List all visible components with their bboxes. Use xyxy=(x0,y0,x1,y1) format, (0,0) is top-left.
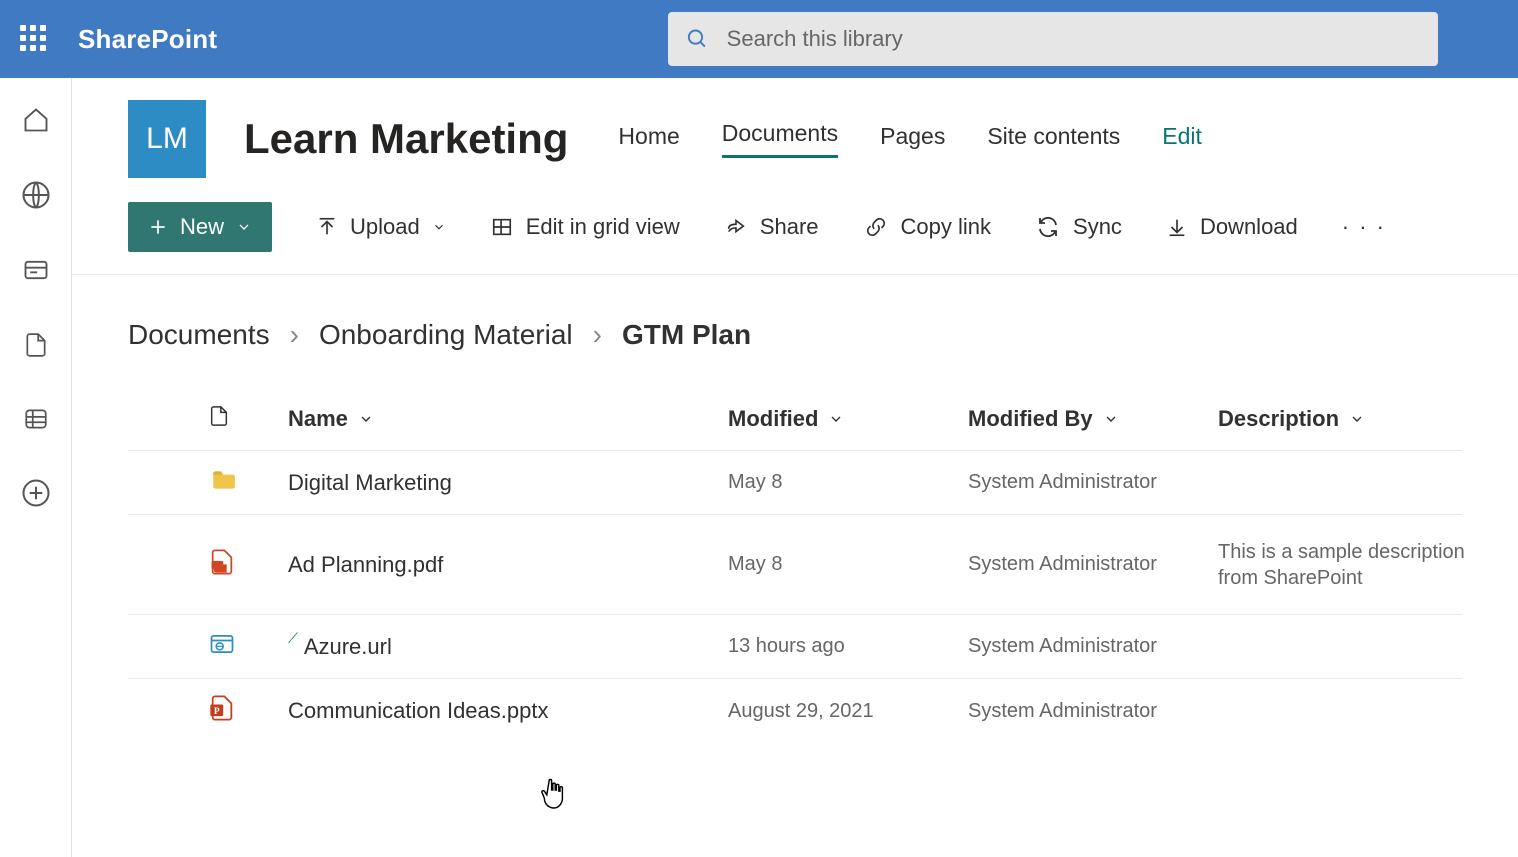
nav-pages[interactable]: Pages xyxy=(880,123,945,158)
search-icon xyxy=(686,27,709,51)
search-input[interactable] xyxy=(727,26,1420,52)
list-icon[interactable] xyxy=(21,406,51,432)
chevron-down-icon xyxy=(828,411,844,427)
new-button[interactable]: New xyxy=(128,202,272,252)
site-logo[interactable]: LM xyxy=(128,100,206,178)
table-row[interactable]: Ad Planning.pdf May 8 System Administrat… xyxy=(128,515,1462,615)
command-bar: New Upload Edit in grid view Share Copy … xyxy=(72,186,1518,275)
item-modified: August 29, 2021 xyxy=(728,700,968,723)
globe-icon[interactable] xyxy=(21,180,51,210)
main-area: LM Learn Marketing Home Documents Pages … xyxy=(72,78,1518,857)
breadcrumb: Documents › Onboarding Material › GTM Pl… xyxy=(72,275,1518,369)
edit-grid-button[interactable]: Edit in grid view xyxy=(490,214,680,240)
upload-button[interactable]: Upload xyxy=(316,214,446,240)
item-modified-by: System Administrator xyxy=(968,700,1218,723)
left-rail xyxy=(0,78,72,857)
modifiedby-header-label: Modified By xyxy=(968,406,1093,432)
nav-home[interactable]: Home xyxy=(618,123,679,158)
new-label: New xyxy=(180,214,224,240)
site-title[interactable]: Learn Marketing xyxy=(244,115,568,163)
news-icon[interactable] xyxy=(21,256,51,284)
modified-header-label: Modified xyxy=(728,406,818,432)
edit-grid-label: Edit in grid view xyxy=(526,214,680,240)
chevron-right-icon: › xyxy=(290,319,299,351)
url-icon xyxy=(208,630,288,664)
item-modified: May 8 xyxy=(728,553,968,576)
copy-link-label: Copy link xyxy=(901,214,991,240)
copy-link-button[interactable]: Copy link xyxy=(863,214,991,240)
app-launcher-icon[interactable] xyxy=(20,25,48,53)
chevron-right-icon: › xyxy=(593,319,602,351)
table-header-row: Name Modified Modified By Description xyxy=(128,387,1462,451)
download-button[interactable]: Download xyxy=(1166,214,1298,240)
breadcrumb-current: GTM Plan xyxy=(622,319,751,351)
description-header-label: Description xyxy=(1218,406,1339,432)
item-description: This is a sample description from ShareP… xyxy=(1218,539,1478,591)
site-nav: Home Documents Pages Site contents Edit xyxy=(618,120,1202,158)
svg-text:P: P xyxy=(214,707,220,717)
grid-icon xyxy=(490,216,514,238)
chevron-down-icon xyxy=(1103,411,1119,427)
table-row[interactable]: ⟋ Azure.url 13 hours ago System Administ… xyxy=(128,615,1462,679)
breadcrumb-item[interactable]: Documents xyxy=(128,319,270,351)
suite-bar: SharePoint xyxy=(0,0,1518,78)
file-type-column-icon[interactable] xyxy=(208,403,288,435)
item-modified-by: System Administrator xyxy=(968,553,1218,576)
download-label: Download xyxy=(1200,214,1298,240)
modifiedby-column-header[interactable]: Modified By xyxy=(968,406,1218,432)
nav-documents[interactable]: Documents xyxy=(722,120,838,158)
home-icon[interactable] xyxy=(22,106,50,134)
description-column-header[interactable]: Description xyxy=(1218,406,1478,432)
item-modified: May 8 xyxy=(728,471,968,494)
share-icon xyxy=(724,216,748,238)
chevron-down-icon xyxy=(358,411,374,427)
name-header-label: Name xyxy=(288,406,348,432)
download-icon xyxy=(1166,216,1188,238)
item-name[interactable]: Communication Ideas.pptx xyxy=(288,698,728,724)
more-button[interactable]: · · · xyxy=(1342,214,1386,240)
nav-site-contents[interactable]: Site contents xyxy=(987,123,1120,158)
name-column-header[interactable]: Name xyxy=(288,406,728,432)
item-name[interactable]: ⟋ Azure.url xyxy=(288,634,728,660)
table-row[interactable]: Digital Marketing May 8 System Administr… xyxy=(128,451,1462,515)
app-name[interactable]: SharePoint xyxy=(78,24,217,55)
chevron-down-icon xyxy=(236,219,252,235)
site-header: LM Learn Marketing Home Documents Pages … xyxy=(72,78,1518,186)
pptx-icon: P xyxy=(208,694,288,728)
share-label: Share xyxy=(760,214,819,240)
sync-icon xyxy=(1035,215,1061,239)
file-icon[interactable] xyxy=(23,330,49,360)
link-icon xyxy=(863,216,889,238)
document-table: Name Modified Modified By Description D xyxy=(72,369,1518,743)
search-box[interactable] xyxy=(668,12,1438,66)
plus-icon xyxy=(148,217,168,237)
folder-icon xyxy=(208,467,288,499)
new-indicator-icon: ⟋ xyxy=(288,630,298,647)
item-name[interactable]: Digital Marketing xyxy=(288,470,728,496)
item-name[interactable]: Ad Planning.pdf xyxy=(288,552,728,578)
sync-label: Sync xyxy=(1073,214,1122,240)
share-button[interactable]: Share xyxy=(724,214,819,240)
chevron-down-icon xyxy=(432,220,446,234)
item-modified: 13 hours ago xyxy=(728,635,968,658)
item-name-label: Azure.url xyxy=(304,634,392,660)
sync-button[interactable]: Sync xyxy=(1035,214,1122,240)
cursor-icon xyxy=(539,778,569,814)
pdf-icon xyxy=(208,548,288,582)
modified-column-header[interactable]: Modified xyxy=(728,406,968,432)
upload-icon xyxy=(316,216,338,238)
chevron-down-icon xyxy=(1349,411,1365,427)
upload-label: Upload xyxy=(350,214,420,240)
nav-edit[interactable]: Edit xyxy=(1162,123,1202,158)
item-modified-by: System Administrator xyxy=(968,471,1218,494)
add-icon[interactable] xyxy=(21,478,51,508)
breadcrumb-item[interactable]: Onboarding Material xyxy=(319,319,573,351)
table-row[interactable]: P Communication Ideas.pptx August 29, 20… xyxy=(128,679,1462,743)
item-modified-by: System Administrator xyxy=(968,635,1218,658)
